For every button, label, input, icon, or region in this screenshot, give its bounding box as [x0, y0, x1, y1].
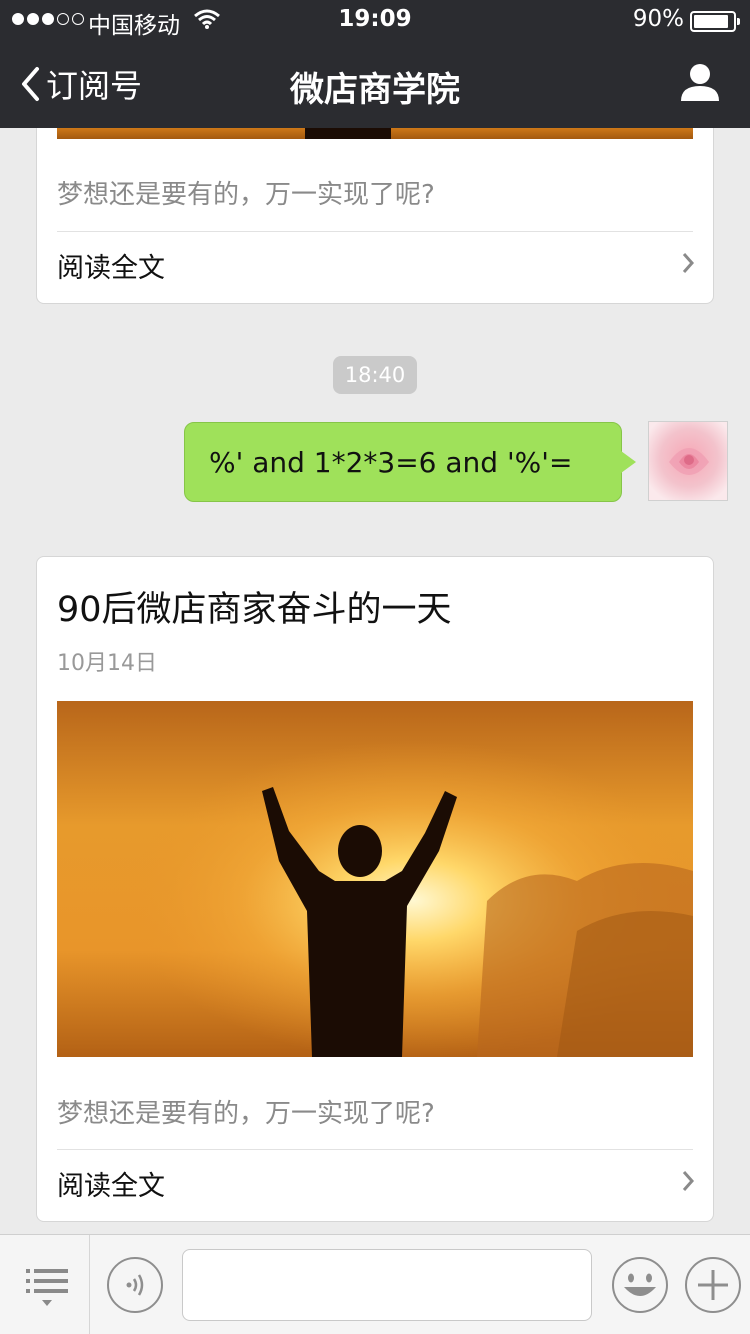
article-title[interactable]: 90后微店商家奋斗的一天 — [57, 581, 452, 632]
nav-bar: 订阅号 微店商学院 — [0, 40, 750, 128]
chevron-right-icon — [682, 253, 695, 273]
voice-icon — [126, 1274, 144, 1296]
rose-avatar-image — [649, 422, 727, 500]
battery-icon — [690, 11, 740, 32]
battery-percent: 90% — [632, 6, 684, 32]
menu-list-icon — [26, 1269, 68, 1306]
page-title: 微店商学院 — [290, 70, 460, 110]
chevron-right-icon — [682, 1171, 695, 1191]
voice-button[interactable] — [107, 1257, 163, 1313]
read-more-link[interactable]: 阅读全文 — [57, 1164, 165, 1203]
status-bar: 中国移动 19:09 90% — [0, 0, 750, 40]
message-bubble[interactable]: %' and 1*2*3=6 and '%'= — [184, 422, 636, 502]
article-excerpt: 梦想还是要有的，万一实现了呢? — [57, 180, 435, 210]
article-date: 10月14日 — [57, 651, 157, 676]
article-card[interactable]: 90后微店商家奋斗的一天 10月14日 梦想还是要有的，万一实现了呢? 阅读全文 — [36, 556, 714, 1222]
header: 中国移动 19:09 90% 订阅号 微店商学院 — [0, 0, 750, 128]
avatar[interactable] — [648, 421, 728, 501]
divider — [57, 1149, 693, 1150]
divider — [57, 231, 693, 232]
message-input[interactable] — [182, 1249, 592, 1321]
message-timestamp: 18:40 — [333, 356, 417, 394]
read-more-link[interactable]: 阅读全文 — [57, 246, 165, 285]
menu-toggle-button[interactable] — [0, 1235, 90, 1334]
article-excerpt: 梦想还是要有的，万一实现了呢? — [57, 1099, 435, 1129]
emoji-icon[interactable] — [611, 1256, 669, 1314]
plus-icon[interactable] — [684, 1256, 742, 1314]
person-icon[interactable] — [680, 62, 720, 102]
input-toolbar — [0, 1234, 750, 1334]
article-cover-image[interactable] — [57, 701, 693, 1057]
